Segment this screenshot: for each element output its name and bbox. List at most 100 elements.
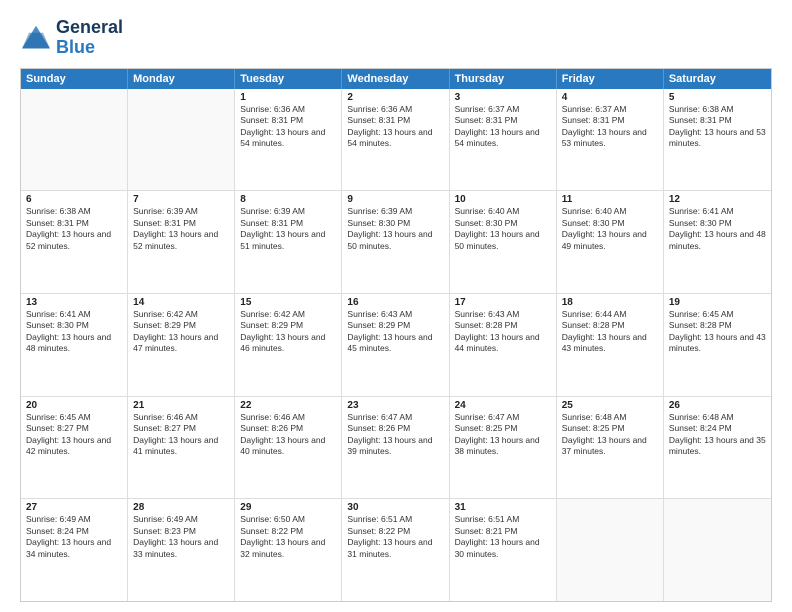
calendar-cell: 31Sunrise: 6:51 AMSunset: 8:21 PMDayligh… bbox=[450, 499, 557, 601]
day-number: 23 bbox=[347, 400, 443, 411]
calendar-cell: 6Sunrise: 6:38 AMSunset: 8:31 PMDaylight… bbox=[21, 191, 128, 293]
day-info: Sunrise: 6:41 AMSunset: 8:30 PMDaylight:… bbox=[669, 206, 766, 252]
day-number: 9 bbox=[347, 194, 443, 205]
calendar-header: SundayMondayTuesdayWednesdayThursdayFrid… bbox=[21, 69, 771, 89]
logo-line2: Blue bbox=[56, 37, 95, 57]
calendar-cell: 17Sunrise: 6:43 AMSunset: 8:28 PMDayligh… bbox=[450, 294, 557, 396]
day-info: Sunrise: 6:51 AMSunset: 8:22 PMDaylight:… bbox=[347, 514, 443, 560]
calendar-week-3: 13Sunrise: 6:41 AMSunset: 8:30 PMDayligh… bbox=[21, 293, 771, 396]
day-number: 16 bbox=[347, 297, 443, 308]
day-number: 25 bbox=[562, 400, 658, 411]
day-number: 21 bbox=[133, 400, 229, 411]
calendar-cell bbox=[557, 499, 664, 601]
calendar-cell: 26Sunrise: 6:48 AMSunset: 8:24 PMDayligh… bbox=[664, 397, 771, 499]
day-number: 29 bbox=[240, 502, 336, 513]
day-number: 26 bbox=[669, 400, 766, 411]
day-info: Sunrise: 6:42 AMSunset: 8:29 PMDaylight:… bbox=[240, 309, 336, 355]
day-number: 7 bbox=[133, 194, 229, 205]
calendar-cell: 12Sunrise: 6:41 AMSunset: 8:30 PMDayligh… bbox=[664, 191, 771, 293]
day-number: 30 bbox=[347, 502, 443, 513]
header-day-wednesday: Wednesday bbox=[342, 69, 449, 89]
day-info: Sunrise: 6:48 AMSunset: 8:24 PMDaylight:… bbox=[669, 412, 766, 458]
day-number: 8 bbox=[240, 194, 336, 205]
day-info: Sunrise: 6:47 AMSunset: 8:26 PMDaylight:… bbox=[347, 412, 443, 458]
calendar-week-4: 20Sunrise: 6:45 AMSunset: 8:27 PMDayligh… bbox=[21, 396, 771, 499]
day-number: 14 bbox=[133, 297, 229, 308]
calendar-cell: 3Sunrise: 6:37 AMSunset: 8:31 PMDaylight… bbox=[450, 89, 557, 191]
calendar-cell bbox=[664, 499, 771, 601]
day-number: 22 bbox=[240, 400, 336, 411]
calendar-cell: 15Sunrise: 6:42 AMSunset: 8:29 PMDayligh… bbox=[235, 294, 342, 396]
calendar-cell: 5Sunrise: 6:38 AMSunset: 8:31 PMDaylight… bbox=[664, 89, 771, 191]
day-number: 31 bbox=[455, 502, 551, 513]
day-info: Sunrise: 6:45 AMSunset: 8:27 PMDaylight:… bbox=[26, 412, 122, 458]
calendar-cell: 29Sunrise: 6:50 AMSunset: 8:22 PMDayligh… bbox=[235, 499, 342, 601]
logo-line1: General bbox=[56, 18, 123, 38]
calendar-cell: 21Sunrise: 6:46 AMSunset: 8:27 PMDayligh… bbox=[128, 397, 235, 499]
day-number: 17 bbox=[455, 297, 551, 308]
day-number: 24 bbox=[455, 400, 551, 411]
day-info: Sunrise: 6:46 AMSunset: 8:27 PMDaylight:… bbox=[133, 412, 229, 458]
day-info: Sunrise: 6:49 AMSunset: 8:24 PMDaylight:… bbox=[26, 514, 122, 560]
logo: General Blue bbox=[20, 18, 123, 58]
calendar-cell: 2Sunrise: 6:36 AMSunset: 8:31 PMDaylight… bbox=[342, 89, 449, 191]
day-info: Sunrise: 6:44 AMSunset: 8:28 PMDaylight:… bbox=[562, 309, 658, 355]
calendar-week-5: 27Sunrise: 6:49 AMSunset: 8:24 PMDayligh… bbox=[21, 498, 771, 601]
day-number: 27 bbox=[26, 502, 122, 513]
calendar-cell bbox=[128, 89, 235, 191]
page: General Blue SundayMondayTuesdayWednesda… bbox=[0, 0, 792, 612]
calendar-cell: 9Sunrise: 6:39 AMSunset: 8:30 PMDaylight… bbox=[342, 191, 449, 293]
day-number: 13 bbox=[26, 297, 122, 308]
day-info: Sunrise: 6:49 AMSunset: 8:23 PMDaylight:… bbox=[133, 514, 229, 560]
day-number: 6 bbox=[26, 194, 122, 205]
day-number: 18 bbox=[562, 297, 658, 308]
calendar-week-1: 1Sunrise: 6:36 AMSunset: 8:31 PMDaylight… bbox=[21, 89, 771, 191]
header-day-tuesday: Tuesday bbox=[235, 69, 342, 89]
logo-text: General Blue bbox=[56, 18, 123, 58]
day-info: Sunrise: 6:40 AMSunset: 8:30 PMDaylight:… bbox=[455, 206, 551, 252]
day-info: Sunrise: 6:38 AMSunset: 8:31 PMDaylight:… bbox=[26, 206, 122, 252]
calendar-cell: 7Sunrise: 6:39 AMSunset: 8:31 PMDaylight… bbox=[128, 191, 235, 293]
calendar: SundayMondayTuesdayWednesdayThursdayFrid… bbox=[20, 68, 772, 602]
header: General Blue bbox=[20, 18, 772, 58]
calendar-cell: 8Sunrise: 6:39 AMSunset: 8:31 PMDaylight… bbox=[235, 191, 342, 293]
calendar-cell: 10Sunrise: 6:40 AMSunset: 8:30 PMDayligh… bbox=[450, 191, 557, 293]
calendar-cell: 19Sunrise: 6:45 AMSunset: 8:28 PMDayligh… bbox=[664, 294, 771, 396]
day-number: 28 bbox=[133, 502, 229, 513]
day-number: 15 bbox=[240, 297, 336, 308]
calendar-cell: 20Sunrise: 6:45 AMSunset: 8:27 PMDayligh… bbox=[21, 397, 128, 499]
day-number: 12 bbox=[669, 194, 766, 205]
logo-icon bbox=[20, 24, 52, 52]
calendar-cell: 18Sunrise: 6:44 AMSunset: 8:28 PMDayligh… bbox=[557, 294, 664, 396]
day-info: Sunrise: 6:40 AMSunset: 8:30 PMDaylight:… bbox=[562, 206, 658, 252]
day-number: 5 bbox=[669, 92, 766, 103]
calendar-cell: 23Sunrise: 6:47 AMSunset: 8:26 PMDayligh… bbox=[342, 397, 449, 499]
calendar-cell: 1Sunrise: 6:36 AMSunset: 8:31 PMDaylight… bbox=[235, 89, 342, 191]
day-info: Sunrise: 6:42 AMSunset: 8:29 PMDaylight:… bbox=[133, 309, 229, 355]
calendar-cell: 16Sunrise: 6:43 AMSunset: 8:29 PMDayligh… bbox=[342, 294, 449, 396]
day-number: 2 bbox=[347, 92, 443, 103]
day-info: Sunrise: 6:51 AMSunset: 8:21 PMDaylight:… bbox=[455, 514, 551, 560]
calendar-cell: 4Sunrise: 6:37 AMSunset: 8:31 PMDaylight… bbox=[557, 89, 664, 191]
day-info: Sunrise: 6:46 AMSunset: 8:26 PMDaylight:… bbox=[240, 412, 336, 458]
day-info: Sunrise: 6:39 AMSunset: 8:31 PMDaylight:… bbox=[133, 206, 229, 252]
header-day-friday: Friday bbox=[557, 69, 664, 89]
day-number: 3 bbox=[455, 92, 551, 103]
day-info: Sunrise: 6:37 AMSunset: 8:31 PMDaylight:… bbox=[562, 104, 658, 150]
calendar-cell: 22Sunrise: 6:46 AMSunset: 8:26 PMDayligh… bbox=[235, 397, 342, 499]
day-number: 19 bbox=[669, 297, 766, 308]
day-info: Sunrise: 6:45 AMSunset: 8:28 PMDaylight:… bbox=[669, 309, 766, 355]
day-info: Sunrise: 6:47 AMSunset: 8:25 PMDaylight:… bbox=[455, 412, 551, 458]
calendar-cell: 30Sunrise: 6:51 AMSunset: 8:22 PMDayligh… bbox=[342, 499, 449, 601]
day-info: Sunrise: 6:36 AMSunset: 8:31 PMDaylight:… bbox=[240, 104, 336, 150]
day-info: Sunrise: 6:37 AMSunset: 8:31 PMDaylight:… bbox=[455, 104, 551, 150]
day-info: Sunrise: 6:43 AMSunset: 8:29 PMDaylight:… bbox=[347, 309, 443, 355]
day-number: 20 bbox=[26, 400, 122, 411]
day-number: 1 bbox=[240, 92, 336, 103]
day-number: 10 bbox=[455, 194, 551, 205]
day-info: Sunrise: 6:43 AMSunset: 8:28 PMDaylight:… bbox=[455, 309, 551, 355]
calendar-week-2: 6Sunrise: 6:38 AMSunset: 8:31 PMDaylight… bbox=[21, 190, 771, 293]
header-day-saturday: Saturday bbox=[664, 69, 771, 89]
day-info: Sunrise: 6:48 AMSunset: 8:25 PMDaylight:… bbox=[562, 412, 658, 458]
header-day-thursday: Thursday bbox=[450, 69, 557, 89]
